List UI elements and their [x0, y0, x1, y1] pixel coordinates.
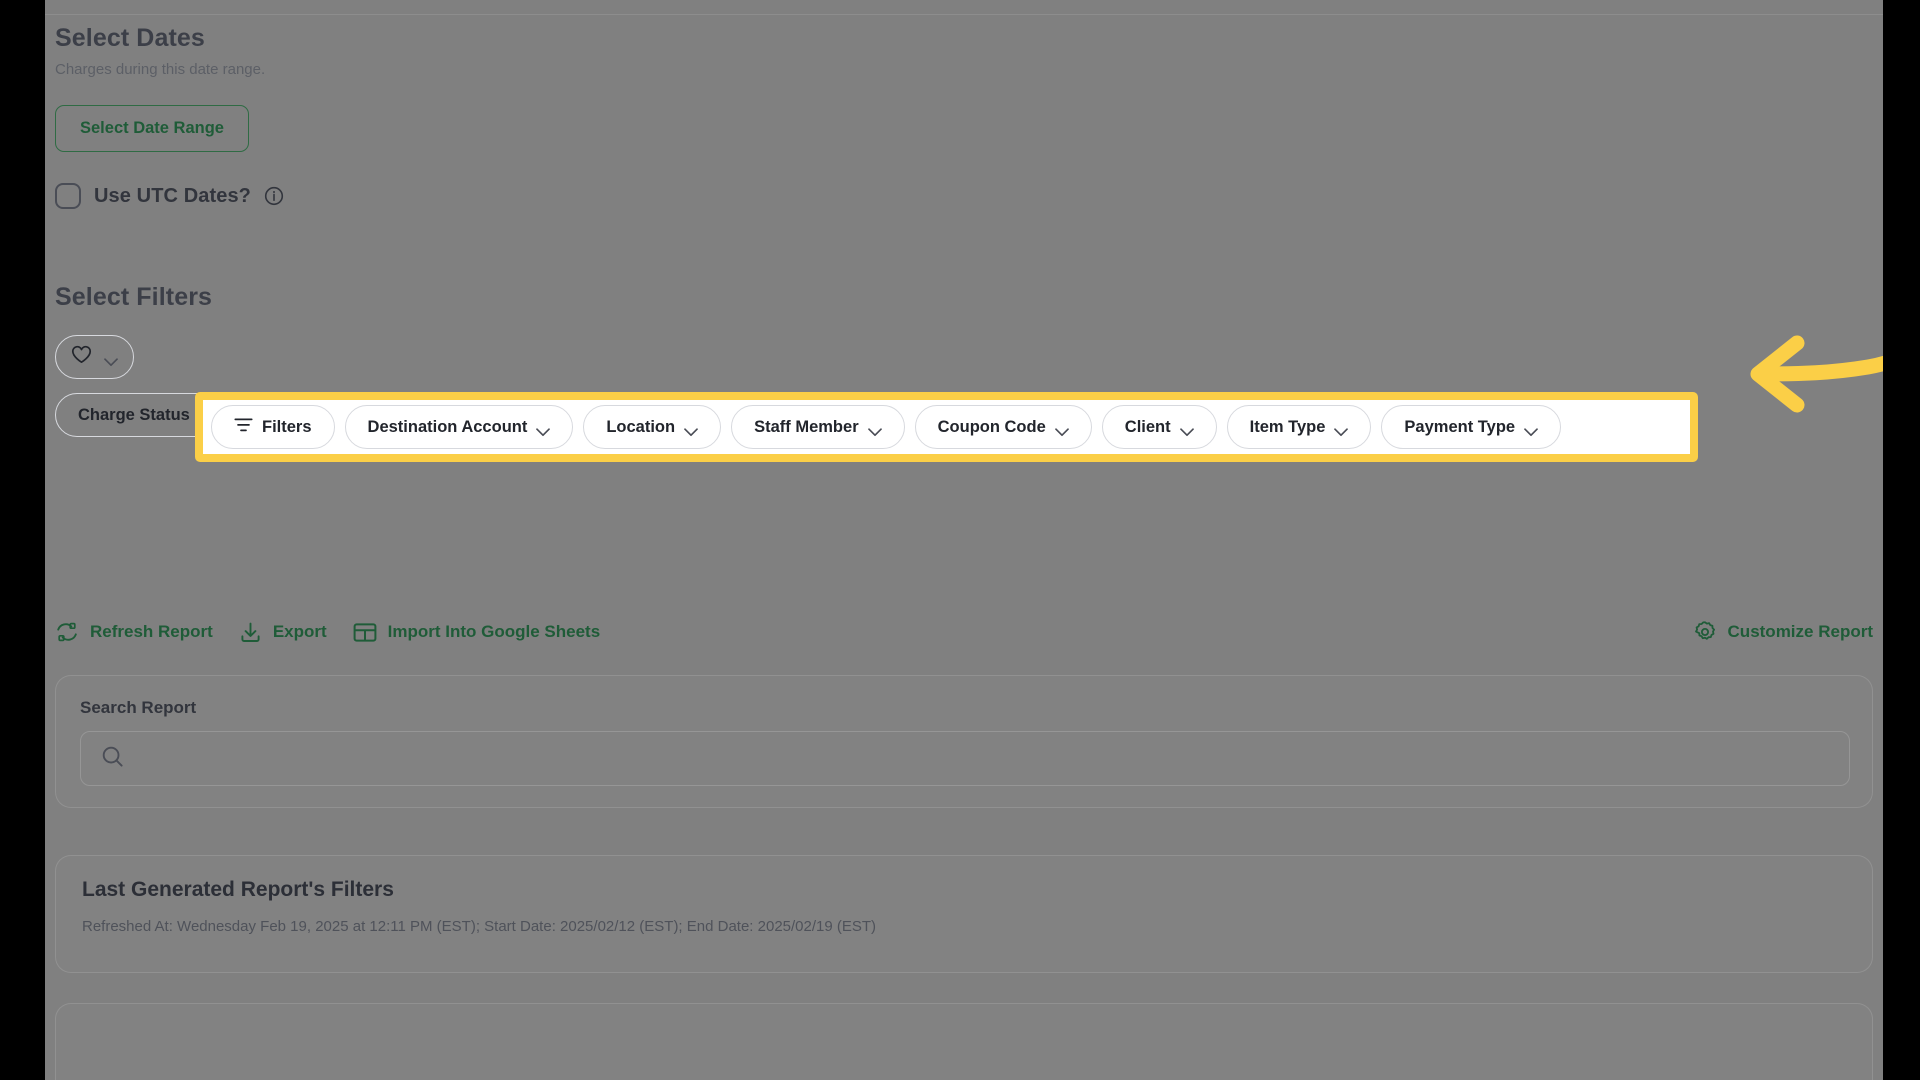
- export-label: Export: [272, 622, 327, 641]
- filter-pill-item-type[interactable]: Item Type: [1226, 405, 1372, 449]
- filter-pill-label: Payment Type: [1404, 417, 1516, 436]
- search-report-card: Search Report: [55, 675, 1873, 808]
- customize-report-label: Customize Report: [1727, 622, 1873, 641]
- select-date-range-button[interactable]: Select Date Range: [55, 105, 249, 152]
- report-toolbar-left: Refresh Report Export Import Into Google…: [55, 621, 600, 644]
- select-dates-title: Select Dates: [55, 24, 205, 52]
- info-circle-icon[interactable]: [264, 186, 284, 206]
- report-toolbar: Refresh Report Export Import Into Google…: [55, 620, 1873, 644]
- filters-highlight-box: Filters Destination Account Location Sta…: [195, 392, 1698, 462]
- search-icon: [101, 745, 124, 773]
- filter-pill-label: Item Type: [1249, 417, 1326, 436]
- filter-pill-label: Charge Status: [78, 405, 190, 424]
- refresh-report-button[interactable]: Refresh Report: [55, 621, 213, 643]
- chevron-down-icon: [1334, 423, 1349, 436]
- filter-pill-payment-type[interactable]: Payment Type: [1381, 405, 1562, 449]
- chevron-down-icon: [104, 353, 118, 366]
- heart-icon: [71, 345, 92, 369]
- last-generated-report-filters-card: Last Generated Report's Filters Refreshe…: [55, 855, 1873, 973]
- chevron-down-icon: [867, 423, 882, 436]
- curved-left-arrow-icon: [1700, 255, 1883, 475]
- filter-pill-filters[interactable]: Filters: [211, 405, 335, 449]
- refresh-icon: [55, 621, 79, 643]
- select-filters-title: Select Filters: [55, 283, 213, 311]
- highlighted-filter-row: Filters Destination Account Location Sta…: [211, 404, 1562, 450]
- export-button[interactable]: Export: [239, 621, 327, 644]
- select-dates-section: Select Dates Charges during this date ra…: [55, 24, 284, 209]
- import-sheets-label: Import Into Google Sheets: [387, 622, 601, 641]
- import-into-google-sheets-button[interactable]: Import Into Google Sheets: [353, 622, 601, 643]
- filter-pill-location[interactable]: Location: [583, 405, 722, 449]
- top-divider: [45, 14, 1883, 15]
- download-icon: [239, 621, 262, 644]
- filter-pill-client[interactable]: Client: [1101, 405, 1217, 449]
- search-report-field[interactable]: [80, 731, 1850, 786]
- filter-pill-staff-member[interactable]: Staff Member: [731, 405, 905, 449]
- use-utc-dates-label: Use UTC Dates?: [94, 184, 251, 207]
- search-report-label: Search Report: [80, 698, 197, 717]
- filter-pill-label: Coupon Code: [937, 417, 1046, 436]
- filter-lines-icon: [234, 417, 253, 438]
- filter-pill-label: Client: [1124, 417, 1171, 436]
- chevron-down-icon: [1054, 423, 1069, 436]
- chevron-down-icon: [684, 423, 698, 436]
- refresh-report-label: Refresh Report: [90, 622, 213, 641]
- report-toolbar-right: Customize Report: [1693, 620, 1873, 644]
- customize-report-button[interactable]: Customize Report: [1693, 620, 1873, 644]
- select-dates-subtitle: Charges during this date range.: [55, 61, 266, 78]
- report-results-card: [55, 1003, 1873, 1080]
- screenshot-root: Select Dates Charges during this date ra…: [0, 0, 1920, 1080]
- filter-pill-destination-account[interactable]: Destination Account: [344, 405, 574, 449]
- favorites-filter-button[interactable]: [55, 335, 134, 379]
- filter-pill-coupon-code[interactable]: Coupon Code: [914, 405, 1092, 449]
- app-viewport: Select Dates Charges during this date ra…: [45, 0, 1883, 1080]
- filter-pill-label: Location: [606, 417, 676, 436]
- use-utc-dates-row: Use UTC Dates?: [55, 183, 284, 209]
- last-generated-report-meta: Refreshed At: Wednesday Feb 19, 2025 at …: [82, 918, 877, 935]
- gear-icon: [1693, 620, 1717, 644]
- use-utc-dates-checkbox[interactable]: [55, 183, 81, 209]
- filter-pill-label: Filters: [262, 417, 312, 436]
- filter-row-primary: [55, 334, 236, 380]
- chevron-down-icon: [536, 423, 551, 436]
- filter-pill-label: Destination Account: [367, 417, 528, 436]
- chevron-down-icon: [1524, 423, 1538, 436]
- spreadsheet-icon: [353, 622, 377, 643]
- last-generated-report-title: Last Generated Report's Filters: [82, 878, 394, 901]
- filter-pill-label: Staff Member: [754, 417, 859, 436]
- search-report-input[interactable]: [138, 748, 1829, 769]
- chevron-down-icon: [1179, 423, 1194, 436]
